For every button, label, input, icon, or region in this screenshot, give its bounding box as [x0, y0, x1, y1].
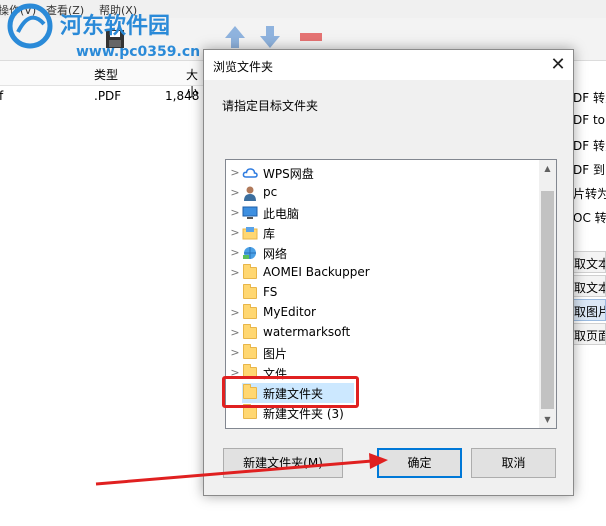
annotation-arrow-icon — [95, 453, 388, 486]
